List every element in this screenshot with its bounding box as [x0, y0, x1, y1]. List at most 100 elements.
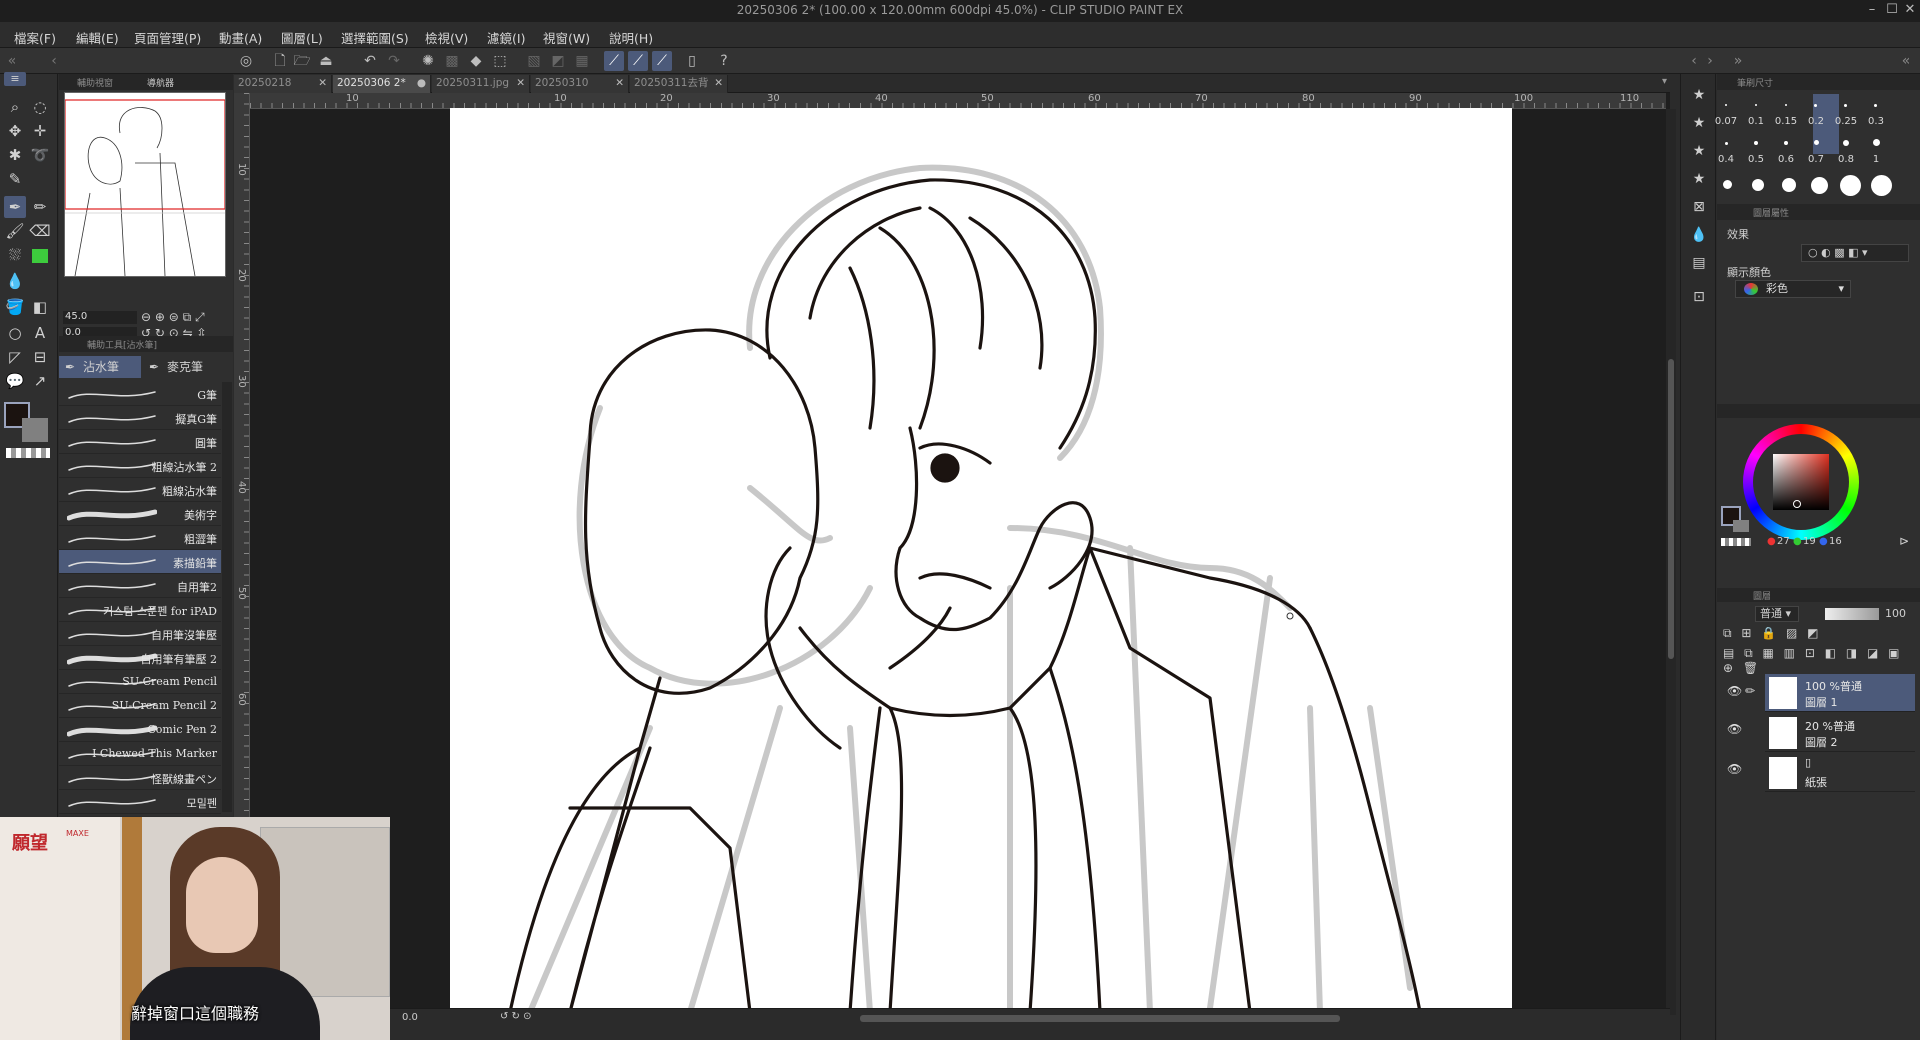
- text-icon[interactable]: A: [29, 322, 51, 344]
- new-file-icon[interactable]: 🗋: [270, 51, 290, 71]
- hide-selection-icon[interactable]: ▧: [524, 51, 544, 71]
- brush-item[interactable]: 粗線沾水筆: [59, 478, 221, 502]
- brush-item[interactable]: 擬真G筆: [59, 406, 221, 430]
- history-icon[interactable]: ▤: [1688, 252, 1710, 274]
- brush-item[interactable]: 美術字: [59, 502, 221, 526]
- sub-color-chip[interactable]: [1733, 520, 1749, 532]
- material-icon[interactable]: ★: [1688, 140, 1710, 162]
- menu-layer[interactable]: 圖層(L): [281, 28, 323, 47]
- transparent-chip[interactable]: [1721, 538, 1751, 546]
- zoom-slider[interactable]: 45.0: [63, 311, 137, 324]
- brush-item[interactable]: 모밀펜: [59, 790, 221, 814]
- panel-tab-sub-view[interactable]: 輔助視窗: [77, 76, 113, 89]
- menu-page[interactable]: 頁面管理(P): [134, 28, 201, 47]
- snap-icon[interactable]: ◩: [548, 51, 568, 71]
- correct-line-icon[interactable]: ↗: [29, 370, 51, 392]
- collapse-right-icon[interactable]: ›: [1700, 51, 1720, 71]
- layer-item[interactable]: 100 %普通 圖層 1: [1765, 674, 1915, 712]
- eyedropper-icon[interactable]: ✎: [4, 168, 26, 190]
- lasso-icon[interactable]: ➰: [29, 144, 51, 166]
- close-tab-icon[interactable]: ✕: [714, 75, 723, 92]
- tab-pen[interactable]: ✒ 沾水筆: [59, 356, 141, 378]
- collapse-icon[interactable]: ‹: [44, 51, 64, 71]
- brush-list-scrollbar[interactable]: [222, 382, 232, 812]
- document-tab[interactable]: 20250310 ✕: [531, 75, 629, 93]
- pencil-icon[interactable]: ✏: [29, 196, 51, 218]
- redo-icon[interactable]: ↷: [384, 51, 404, 71]
- close-tab-icon[interactable]: ✕: [516, 75, 525, 92]
- decoration-icon[interactable]: [29, 244, 51, 266]
- effect-buttons[interactable]: ○ ◐ ▩ ◧ ▾: [1801, 244, 1909, 262]
- brush-item[interactable]: I Chewed This Marker: [59, 742, 221, 766]
- brush-item[interactable]: 粗澀筆: [59, 526, 221, 550]
- document-tab-active[interactable]: 20250306 2* ●: [333, 75, 431, 93]
- layer-item[interactable]: ▯ 紙張: [1765, 754, 1915, 792]
- material-icon[interactable]: ★: [1688, 168, 1710, 190]
- sub-color-swatch[interactable]: [22, 418, 48, 442]
- lasso-select-icon[interactable]: ◌: [29, 96, 51, 118]
- sub-view-icon[interactable]: ⊡: [1688, 286, 1710, 308]
- material-icon[interactable]: ★: [1688, 112, 1710, 134]
- brush-item[interactable]: 怪獸線畫ペン: [59, 766, 221, 790]
- brush-item[interactable]: 自用筆2: [59, 574, 221, 598]
- frame-border-icon[interactable]: ◸: [4, 346, 26, 368]
- opacity-slider[interactable]: [1825, 608, 1879, 620]
- eraser-icon[interactable]: ⌫: [29, 220, 51, 242]
- close-tab-icon[interactable]: ✕: [615, 75, 624, 92]
- brush-size-option[interactable]: 0.6: [1771, 154, 1801, 165]
- move-layer-icon[interactable]: ✥: [4, 120, 26, 142]
- canvas-vertical-scrollbar[interactable]: [1666, 109, 1676, 1015]
- close-icon[interactable]: ✕: [1902, 2, 1918, 18]
- special-ruler-snap-icon[interactable]: ⟋: [628, 51, 648, 71]
- brush-item[interactable]: 素描鉛筆: [59, 550, 221, 574]
- minimize-icon[interactable]: –: [1864, 2, 1880, 18]
- brush-item[interactable]: 커스텀 스푼펜 for iPAD: [59, 598, 221, 622]
- brush-size-option[interactable]: 0.15: [1771, 116, 1801, 127]
- airbrush-icon[interactable]: ⛆: [4, 244, 26, 266]
- grid-snap-icon[interactable]: ⟋: [652, 51, 672, 71]
- menu-edit[interactable]: 編輯(E): [76, 28, 119, 47]
- layer-item[interactable]: 20 %普通 圖層 2: [1765, 714, 1915, 752]
- color-picker-cursor[interactable]: [1793, 500, 1801, 508]
- eye-icon[interactable]: 👁: [1727, 684, 1742, 698]
- brush-size-option[interactable]: 0.7: [1801, 154, 1831, 165]
- menu-help[interactable]: 說明(H): [609, 28, 653, 47]
- fill-icon[interactable]: ◆: [466, 51, 486, 71]
- brush-size-option[interactable]: 0.8: [1831, 154, 1861, 165]
- ruler-snap-icon[interactable]: ⟋: [604, 51, 624, 71]
- blend-icon[interactable]: 💧: [4, 270, 26, 292]
- fill-bucket-icon[interactable]: 🪣: [4, 296, 26, 318]
- expand-icon[interactable]: «: [1896, 51, 1916, 71]
- magic-wand-icon[interactable]: ✱: [4, 144, 26, 166]
- menu-view[interactable]: 檢視(V): [425, 28, 468, 47]
- brush-size-option[interactable]: 0.07: [1711, 116, 1741, 127]
- menu-file[interactable]: 檔案(F): [14, 28, 56, 47]
- brush-item[interactable]: 自用筆有筆壓 2: [59, 646, 221, 670]
- layer-search-icon[interactable]: ⊠: [1688, 196, 1710, 218]
- display-color-select[interactable]: 彩色 ▾: [1735, 280, 1851, 298]
- scroll-thumb[interactable]: [1668, 359, 1674, 659]
- layer-toolbar-icons[interactable]: ⧉ ⊞ 🔒 ▨ ◩: [1723, 626, 1822, 641]
- material-icon[interactable]: ★: [1688, 84, 1710, 106]
- tool-palette-menu-icon[interactable]: ≡: [4, 72, 26, 86]
- figure-icon[interactable]: ○: [4, 322, 26, 344]
- brush-item[interactable]: SU-Cream Pencil 2: [59, 694, 221, 718]
- brush-item[interactable]: 自用筆沒筆壓: [59, 622, 221, 646]
- brush-size-option[interactable]: 0.4: [1711, 154, 1741, 165]
- transparent-color-swatch[interactable]: [6, 448, 50, 458]
- help-icon[interactable]: ?: [714, 51, 734, 71]
- drawing-canvas[interactable]: [450, 108, 1512, 1012]
- menu-selection[interactable]: 選擇範圍(S): [341, 28, 409, 47]
- menu-window[interactable]: 視窗(W): [543, 28, 590, 47]
- status-controls-icon[interactable]: ↺ ↻ ⊙: [500, 1011, 532, 1022]
- tab-dropdown-icon[interactable]: ▾: [1662, 76, 1667, 87]
- brush-item[interactable]: 圓筆: [59, 430, 221, 454]
- maximize-icon[interactable]: ☐: [1884, 2, 1900, 18]
- brush-size-option[interactable]: 0.5: [1741, 154, 1771, 165]
- brush-size-option[interactable]: 1: [1861, 154, 1891, 165]
- panel-tab-navigator[interactable]: 導航器: [147, 76, 174, 89]
- brush-size-option[interactable]: 0.3: [1861, 116, 1891, 127]
- brush-item[interactable]: SU-Cream Pencil: [59, 670, 221, 694]
- unsaved-dot-icon[interactable]: ●: [417, 75, 426, 92]
- color-mixing-icon[interactable]: 💧: [1688, 224, 1710, 246]
